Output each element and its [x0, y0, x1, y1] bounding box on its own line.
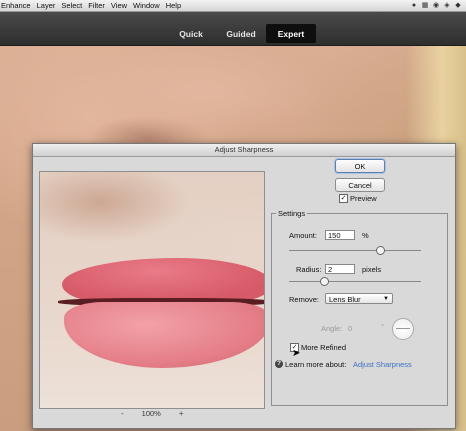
- learn-more-text: Learn more about:: [285, 360, 347, 369]
- tab-quick[interactable]: Quick: [166, 24, 216, 43]
- menu-view[interactable]: View: [111, 1, 127, 10]
- menu-help[interactable]: Help: [166, 1, 181, 10]
- amount-label: Amount:: [289, 231, 317, 240]
- preview-toggle[interactable]: ✓ Preview: [339, 194, 377, 203]
- menu-layer[interactable]: Layer: [37, 1, 56, 10]
- remove-select-value: Lens Blur: [329, 295, 361, 304]
- menu-extras: ● ▦ ◉ ◈ ◆: [410, 1, 462, 10]
- menu-bar: Enhance Layer Select Filter View Window …: [0, 0, 466, 12]
- amount-slider-track[interactable]: [289, 250, 421, 251]
- learn-more-link[interactable]: Adjust Sharpness: [353, 360, 412, 369]
- adjust-sharpness-dialog: Adjust Sharpness - 100% + OK Cancel ✓ Pr…: [32, 143, 456, 429]
- zoom-level: 100%: [141, 409, 161, 418]
- settings-group-label: Settings: [276, 209, 308, 218]
- radius-slider-thumb[interactable]: [320, 277, 329, 286]
- angle-field: 0: [348, 324, 353, 333]
- tab-expert[interactable]: Expert: [266, 24, 316, 43]
- zoom-controls: - 100% +: [121, 409, 184, 418]
- mode-bar: Quick Guided Expert: [0, 12, 466, 46]
- amount-slider-thumb[interactable]: [376, 246, 385, 255]
- menu-extra-icon[interactable]: ◆: [454, 1, 462, 9]
- angle-dial-needle: [396, 328, 410, 329]
- bluetooth-icon[interactable]: ◈: [443, 1, 451, 9]
- preview-image[interactable]: [39, 171, 265, 409]
- zoom-in-button[interactable]: +: [179, 409, 184, 418]
- chevron-down-icon: ▼: [383, 296, 389, 302]
- angle-label: Angle:: [321, 324, 343, 333]
- cancel-button[interactable]: Cancel: [335, 178, 385, 192]
- menu-enhance[interactable]: Enhance: [1, 1, 31, 10]
- menu-window[interactable]: Window: [133, 1, 160, 10]
- amount-field[interactable]: 150: [325, 230, 355, 240]
- angle-dial: [392, 318, 414, 340]
- radius-unit: pixels: [362, 265, 382, 274]
- tab-guided[interactable]: Guided: [216, 24, 266, 43]
- wifi-icon[interactable]: ◉: [432, 1, 440, 9]
- radius-slider-track[interactable]: [289, 281, 421, 282]
- preview-checkbox[interactable]: ✓: [339, 194, 348, 203]
- remove-select[interactable]: Lens Blur ▼: [325, 293, 393, 304]
- security-icon[interactable]: ▦: [421, 1, 429, 9]
- more-refined-label: More Refined: [301, 343, 347, 352]
- amount-unit: %: [362, 231, 369, 240]
- settings-group: Settings Amount: 150 % Radius: 2 pixels …: [271, 209, 448, 406]
- zoom-out-button[interactable]: -: [121, 409, 124, 418]
- ok-button[interactable]: OK: [335, 159, 385, 173]
- preview-label: Preview: [350, 194, 377, 203]
- radius-field[interactable]: 2: [325, 264, 355, 274]
- menu-filter[interactable]: Filter: [88, 1, 105, 10]
- mode-tabs: Quick Guided Expert: [166, 24, 316, 43]
- radius-label: Radius:: [296, 265, 322, 274]
- mouse-pointer-icon: ➤: [292, 348, 301, 359]
- angle-unit: °: [381, 322, 384, 331]
- app-icon[interactable]: ●: [410, 1, 418, 9]
- menu-select[interactable]: Select: [61, 1, 82, 10]
- help-icon[interactable]: ?: [275, 360, 283, 368]
- dialog-title: Adjust Sharpness: [33, 144, 455, 157]
- remove-label: Remove:: [289, 295, 320, 304]
